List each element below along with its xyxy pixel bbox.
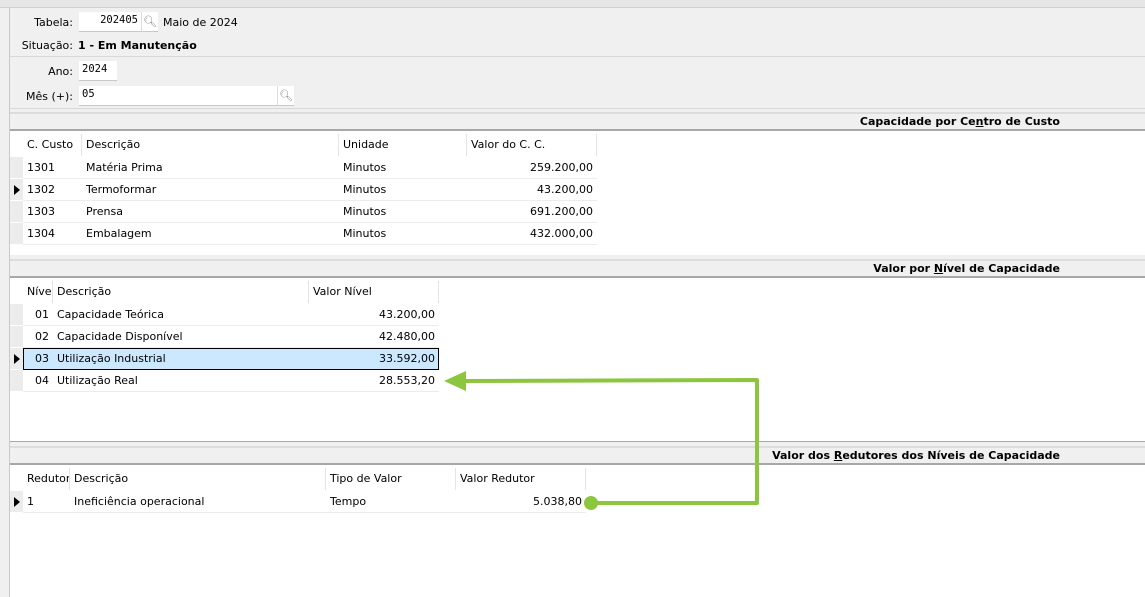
annotation-arrow [444, 371, 759, 510]
